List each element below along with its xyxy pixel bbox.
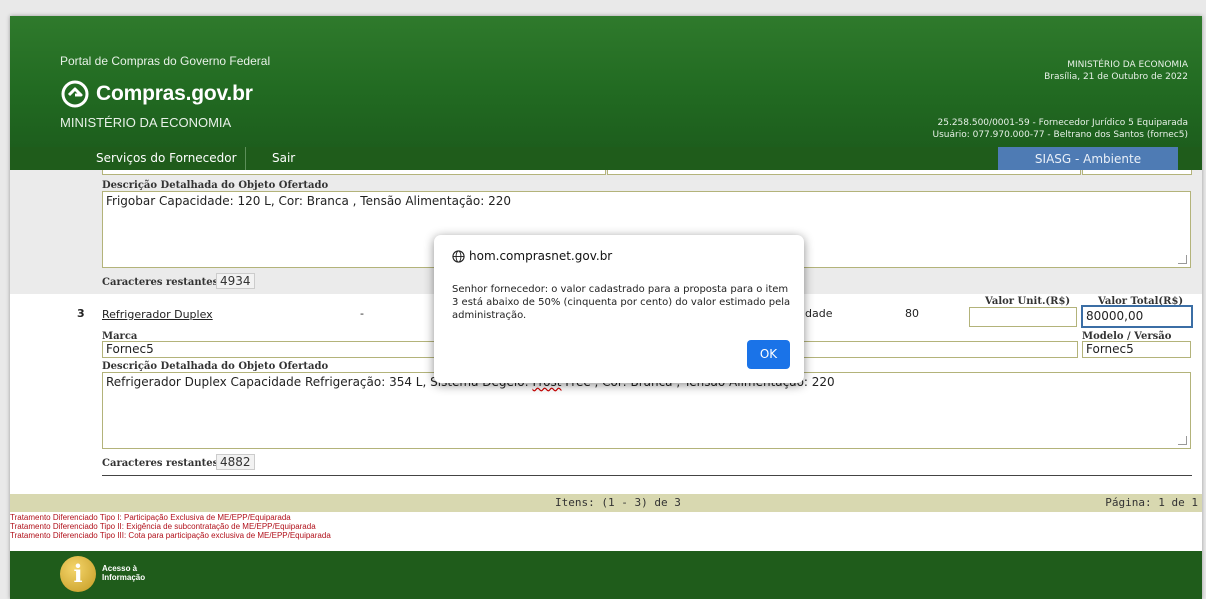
- item-3-number: 3: [77, 307, 85, 320]
- unit-value-label: Valor Unit.(R$): [985, 296, 1071, 307]
- item-3-description-start: Refrigerador Duplex Capacidade Refrigera…: [106, 375, 460, 389]
- pager-items: Itens: (1 - 3) de 3: [555, 496, 681, 509]
- date-line: Brasília, 21 de Outubro de 2022: [1044, 72, 1188, 82]
- supplier-line: 25.258.500/0001-59 - Fornecedor Jurídico…: [937, 118, 1189, 128]
- unit-value-input[interactable]: [969, 307, 1077, 327]
- portal-title: Portal de Compras do Governo Federal: [60, 54, 271, 68]
- alert-dialog: hom.comprasnet.gov.br Senhor fornecedor:…: [434, 235, 804, 383]
- item-3-unit: dade: [805, 307, 833, 320]
- browser-frame: Portal de Compras do Governo Federal Com…: [0, 0, 1206, 599]
- pager-page: Página: 1 de 1: [1105, 496, 1198, 509]
- field-remnant: [1082, 170, 1192, 175]
- compras-logo[interactable]: Compras.gov.br: [60, 76, 253, 112]
- legend-type-3: Tratamento Diferenciado Tipo III: Cota p…: [10, 531, 331, 540]
- nav-services[interactable]: Serviços do Fornecedor: [96, 151, 237, 165]
- item-3-description-label: Descrição Detalhada do Objeto Ofertado: [102, 361, 329, 372]
- legend-type-1: Tratamento Diferenciado Tipo I: Particip…: [10, 513, 291, 522]
- item-2-remaining-count: 4934: [216, 273, 255, 289]
- item-2-remaining-label: Caracteres restantes:: [102, 277, 222, 288]
- item-2-description-text: Frigobar Capacidade: 120 L, Cor: Branca …: [106, 194, 511, 208]
- pager-bar: Itens: (1 - 3) de 3 Página: 1 de 1: [10, 494, 1202, 512]
- brand-input[interactable]: Fornec5: [102, 341, 435, 358]
- item-3-link[interactable]: Refrigerador Duplex: [102, 308, 213, 321]
- ministry-right: MINISTÉRIO DA ECONOMIA: [1067, 60, 1188, 70]
- ok-button[interactable]: OK: [747, 340, 790, 369]
- nav-divider: [245, 147, 246, 170]
- environment-badge: SIASG - Ambiente Homologação: [998, 147, 1178, 191]
- site-header: Portal de Compras do Governo Federal Com…: [10, 16, 1202, 147]
- user-line: Usuário: 077.970.000-77 - Beltrano dos S…: [932, 130, 1189, 140]
- item-divider: [102, 475, 1192, 476]
- ministry-left: MINISTÉRIO DA ECONOMIA: [60, 115, 232, 130]
- field-remnant: [607, 170, 1081, 175]
- nav-logout[interactable]: Sair: [272, 151, 295, 165]
- dialog-message: Senhor fornecedor: o valor cadastrado pa…: [452, 284, 791, 321]
- resize-handle-icon[interactable]: [1178, 255, 1187, 264]
- info-glyph: i: [73, 559, 83, 588]
- item-3-dash: -: [360, 307, 364, 320]
- field-remnant: [102, 170, 606, 175]
- item-3-remaining-count: 4882: [216, 454, 255, 470]
- item-3-remaining-label: Caracteres restantes:: [102, 458, 222, 469]
- access-info-line1: Acesso à: [102, 564, 138, 573]
- compras-logo-icon: [61, 80, 89, 108]
- dialog-host: hom.comprasnet.gov.br: [452, 249, 612, 263]
- dialog-host-text: hom.comprasnet.gov.br: [469, 249, 613, 263]
- brand-field-extension: [803, 341, 1078, 358]
- item-3-quantity: 80: [905, 307, 919, 320]
- resize-handle-icon[interactable]: [1178, 436, 1187, 445]
- access-info-icon[interactable]: i: [60, 556, 96, 592]
- item-3-description-textarea[interactable]: Refrigerador Duplex Capacidade Refrigera…: [102, 372, 1191, 449]
- site-footer: i Acesso à Informação: [10, 551, 1202, 599]
- access-info-line2: Informação: [102, 573, 146, 582]
- item-2-description-label: Descrição Detalhada do Objeto Ofertado: [102, 180, 329, 191]
- access-info-link[interactable]: Acesso à Informação: [102, 564, 145, 582]
- total-value-input[interactable]: 80000,00: [1081, 305, 1193, 328]
- page: Portal de Compras do Governo Federal Com…: [10, 16, 1202, 599]
- model-input[interactable]: Fornec5: [1082, 341, 1191, 358]
- globe-icon: [452, 249, 465, 263]
- legend-type-2: Tratamento Diferenciado Tipo II: Exigênc…: [10, 522, 316, 531]
- logo-text: Compras.gov.br: [96, 82, 253, 105]
